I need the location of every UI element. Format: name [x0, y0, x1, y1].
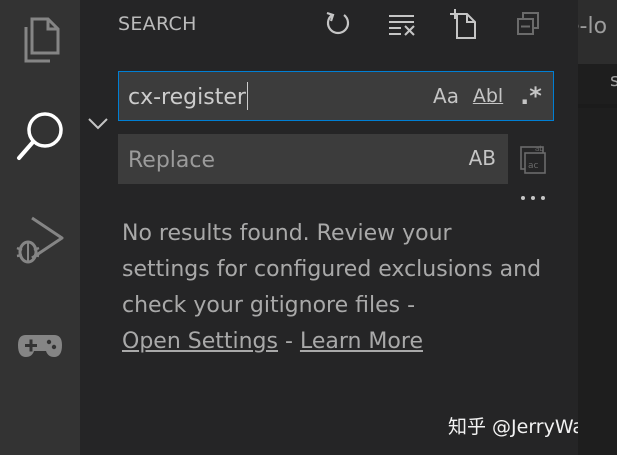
toggle-replace-button[interactable]: [86, 112, 110, 136]
sidebar-title: SEARCH: [118, 13, 197, 35]
replace-box: AB: [118, 134, 508, 184]
chevron-down-icon: [88, 118, 108, 130]
match-whole-word-toggle[interactable]: Abl: [472, 80, 504, 112]
editor-tab-label: e-lo: [578, 14, 608, 39]
activity-bar: [0, 0, 80, 455]
replace-all-button[interactable]: ab ac: [516, 142, 548, 176]
new-search-editor-icon: [450, 9, 476, 39]
replace-all-icon: ab ac: [520, 145, 546, 174]
match-case-toggle[interactable]: Aa: [431, 80, 461, 112]
run-debug-activity-item[interactable]: [0, 200, 80, 280]
text-caret: [247, 82, 248, 110]
search-activity-item[interactable]: [0, 96, 80, 176]
editor-area: e-lo s: [578, 0, 617, 455]
preserve-case-label: AB: [468, 146, 496, 170]
breadcrumb-text: s: [610, 70, 617, 91]
clear-results-icon: [389, 15, 415, 36]
no-results-message: No results found. Review your settings f…: [122, 216, 542, 360]
search-sidebar: SEARCH cx-register Aa Abl .* Replace AB …: [80, 0, 608, 455]
editor-tab[interactable]: e-lo: [578, 0, 617, 64]
learn-more-link[interactable]: Learn More: [300, 329, 423, 354]
svg-text:ac: ac: [528, 161, 539, 171]
search-input[interactable]: [128, 82, 418, 112]
replace-input[interactable]: [128, 145, 428, 175]
refresh-icon: [326, 11, 350, 35]
explorer-activity-item[interactable]: [0, 0, 80, 80]
run-debug-icon: [16, 216, 64, 264]
svg-text:ab: ab: [535, 145, 544, 153]
refresh-button[interactable]: [318, 4, 358, 44]
whole-word-label: Abl: [472, 85, 504, 107]
regex-label: .*: [520, 82, 542, 110]
clear-results-button[interactable]: [382, 4, 422, 44]
open-settings-link[interactable]: Open Settings: [122, 329, 278, 354]
extensions-activity-item[interactable]: [0, 306, 80, 386]
new-search-editor-button[interactable]: [444, 4, 484, 44]
link-separator: -: [285, 329, 293, 354]
regex-toggle[interactable]: .*: [515, 80, 547, 112]
ellipsis-icon: [521, 196, 545, 200]
editor-divider: [578, 104, 617, 108]
files-icon: [24, 17, 60, 63]
collapse-all-icon: [517, 12, 539, 35]
match-case-label: Aa: [433, 84, 459, 108]
more-actions-button[interactable]: [517, 186, 549, 210]
search-box: Aa Abl .*: [118, 71, 554, 121]
vscode-window: SEARCH cx-register Aa Abl .* Replace AB …: [0, 0, 617, 455]
collapse-all-button[interactable]: [508, 4, 548, 44]
no-results-text: No results found. Review your settings f…: [122, 221, 542, 318]
gamepad-icon: [18, 335, 62, 357]
breadcrumb[interactable]: s: [578, 64, 617, 104]
search-icon: [17, 112, 63, 160]
preserve-case-toggle[interactable]: AB: [469, 146, 496, 170]
